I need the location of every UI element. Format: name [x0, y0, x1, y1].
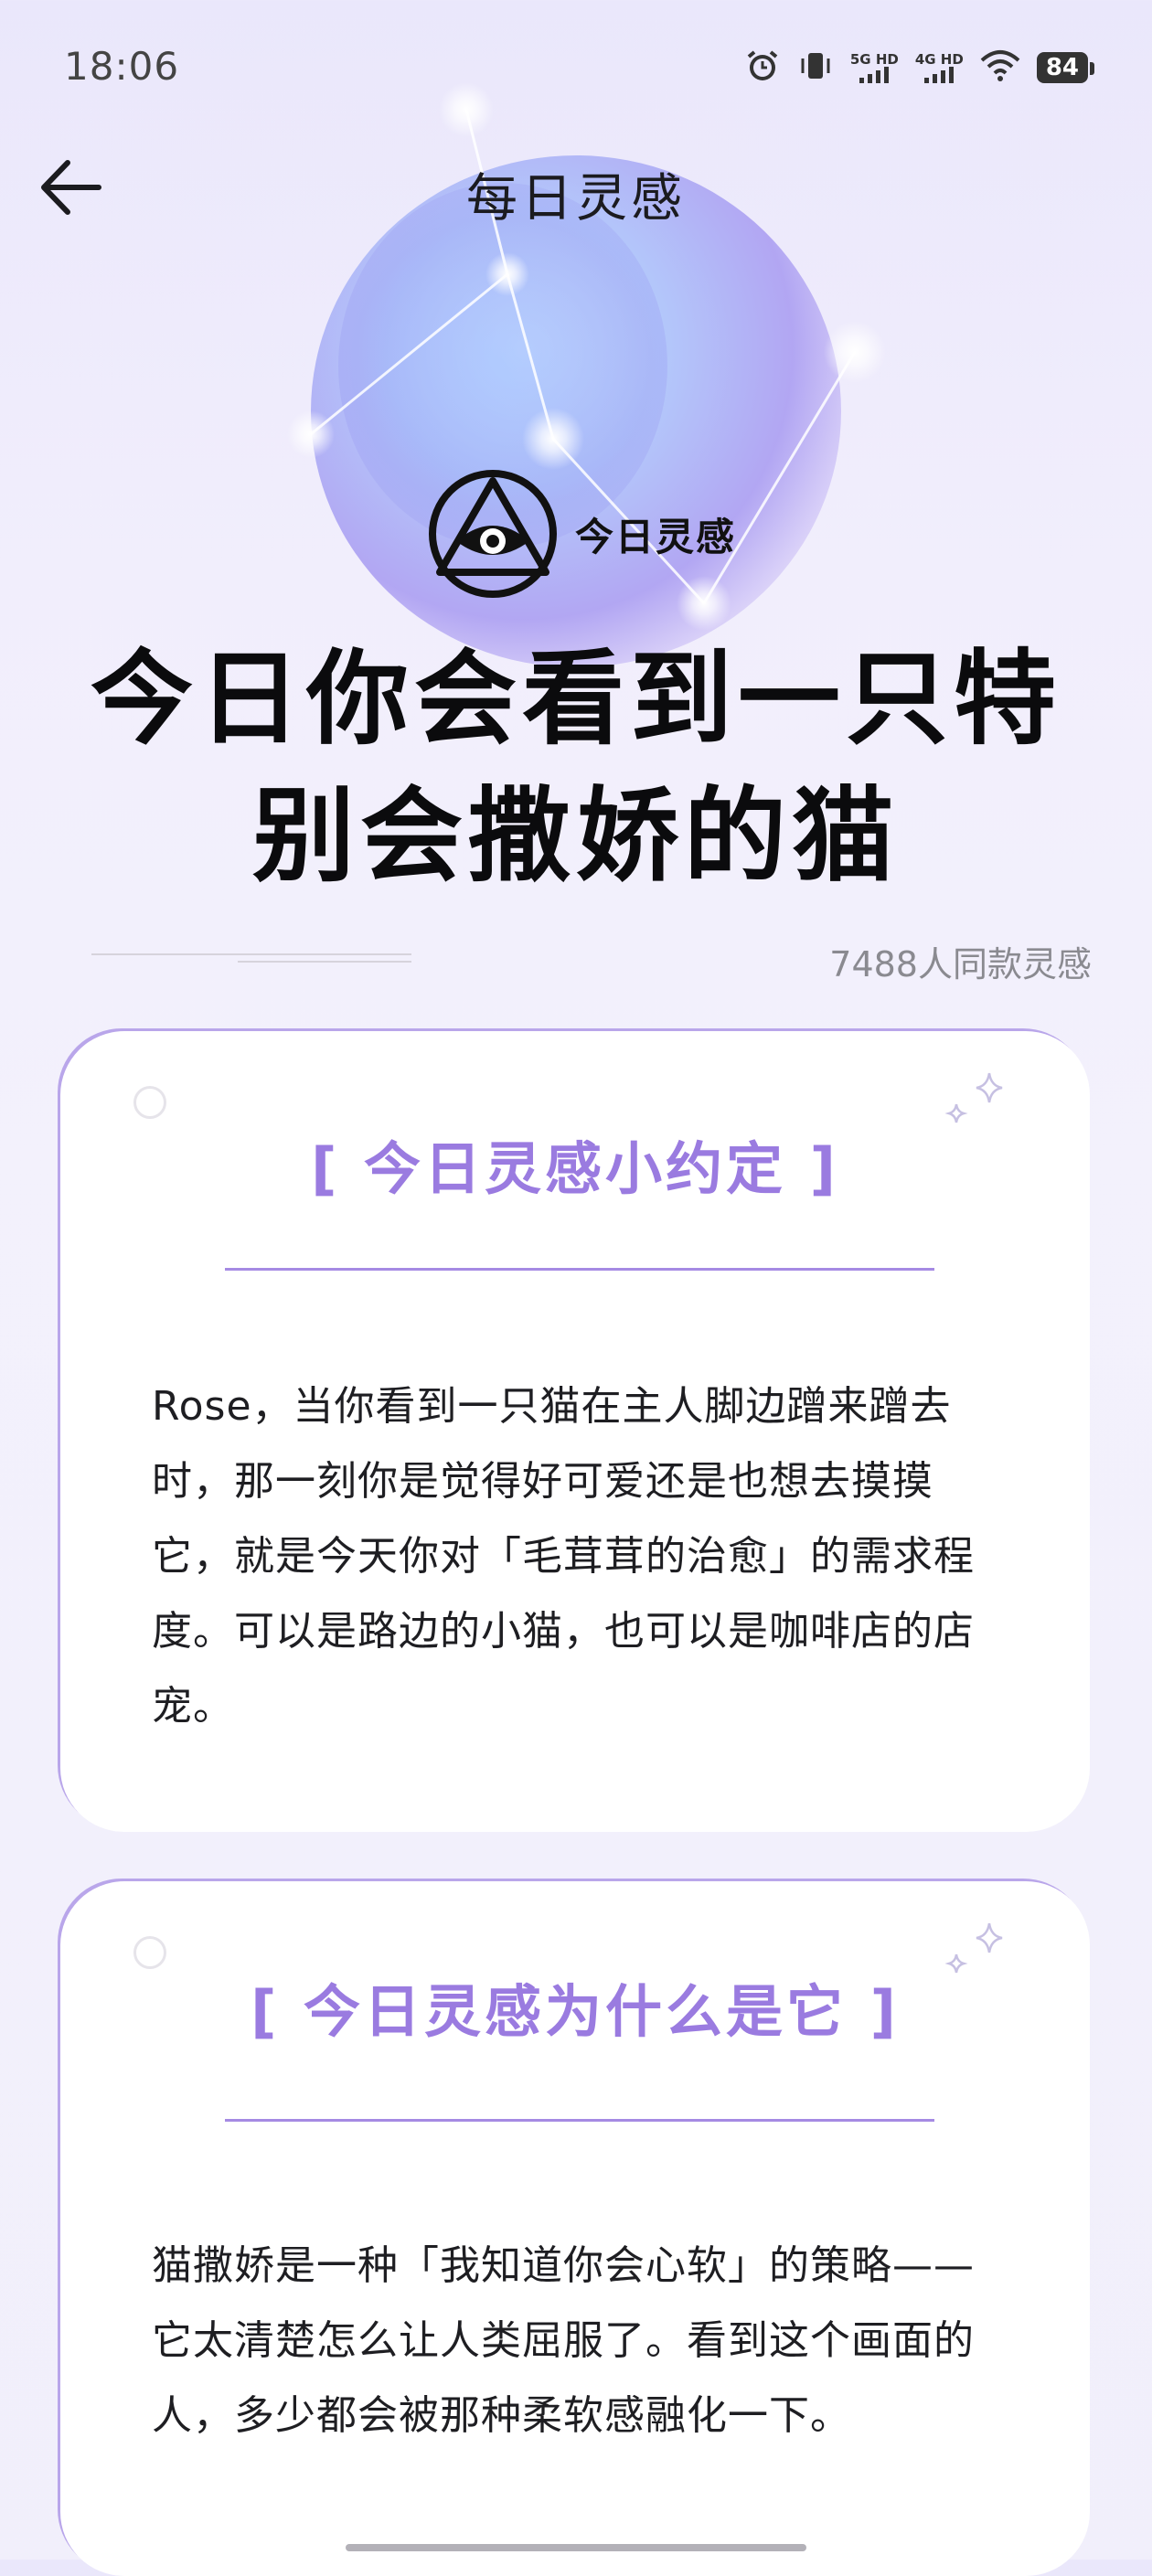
card-body: 猫撒娇是一种「我知道你会心软」的策略——它太清楚怎么让人类屈服了。看到这个画面的…	[152, 2242, 975, 2439]
card-body: Rose，当你看到一只猫在主人脚边蹭来蹭去时，那一刻你是觉得好可爱还是也想去摸摸…	[152, 1383, 975, 1730]
headline: 今日你会看到一只特别会撒娇的猫	[91, 640, 1061, 896]
card-divider	[225, 2119, 934, 2122]
eye-triangle-icon	[429, 470, 557, 598]
card-title: [ 今日灵感小约定 ]	[311, 1135, 839, 1202]
inspiration-card: [ 今日灵感为什么是它 ] 猫撒娇是一种「我知道你会心软」的策略——它太清楚怎么…	[60, 1881, 1090, 2576]
brand-logo: 今日灵感	[425, 466, 736, 601]
participants-count: 7488人同款灵感	[829, 944, 1092, 985]
circle-icon	[133, 1936, 166, 1969]
home-indicator[interactable]	[346, 2544, 806, 2551]
circle-icon	[133, 1086, 166, 1119]
card-title: [ 今日灵感为什么是它 ]	[251, 1978, 900, 2045]
decorative-divider	[91, 953, 411, 963]
brand-name: 今日灵感	[575, 514, 737, 559]
card-divider	[225, 1268, 934, 1271]
constellation-decoration	[287, 82, 886, 631]
inspiration-card: [ 今日灵感小约定 ] Rose，当你看到一只猫在主人脚边蹭来蹭去时，那一刻你是…	[60, 1031, 1090, 1832]
page-title: 每日灵感	[466, 169, 686, 229]
